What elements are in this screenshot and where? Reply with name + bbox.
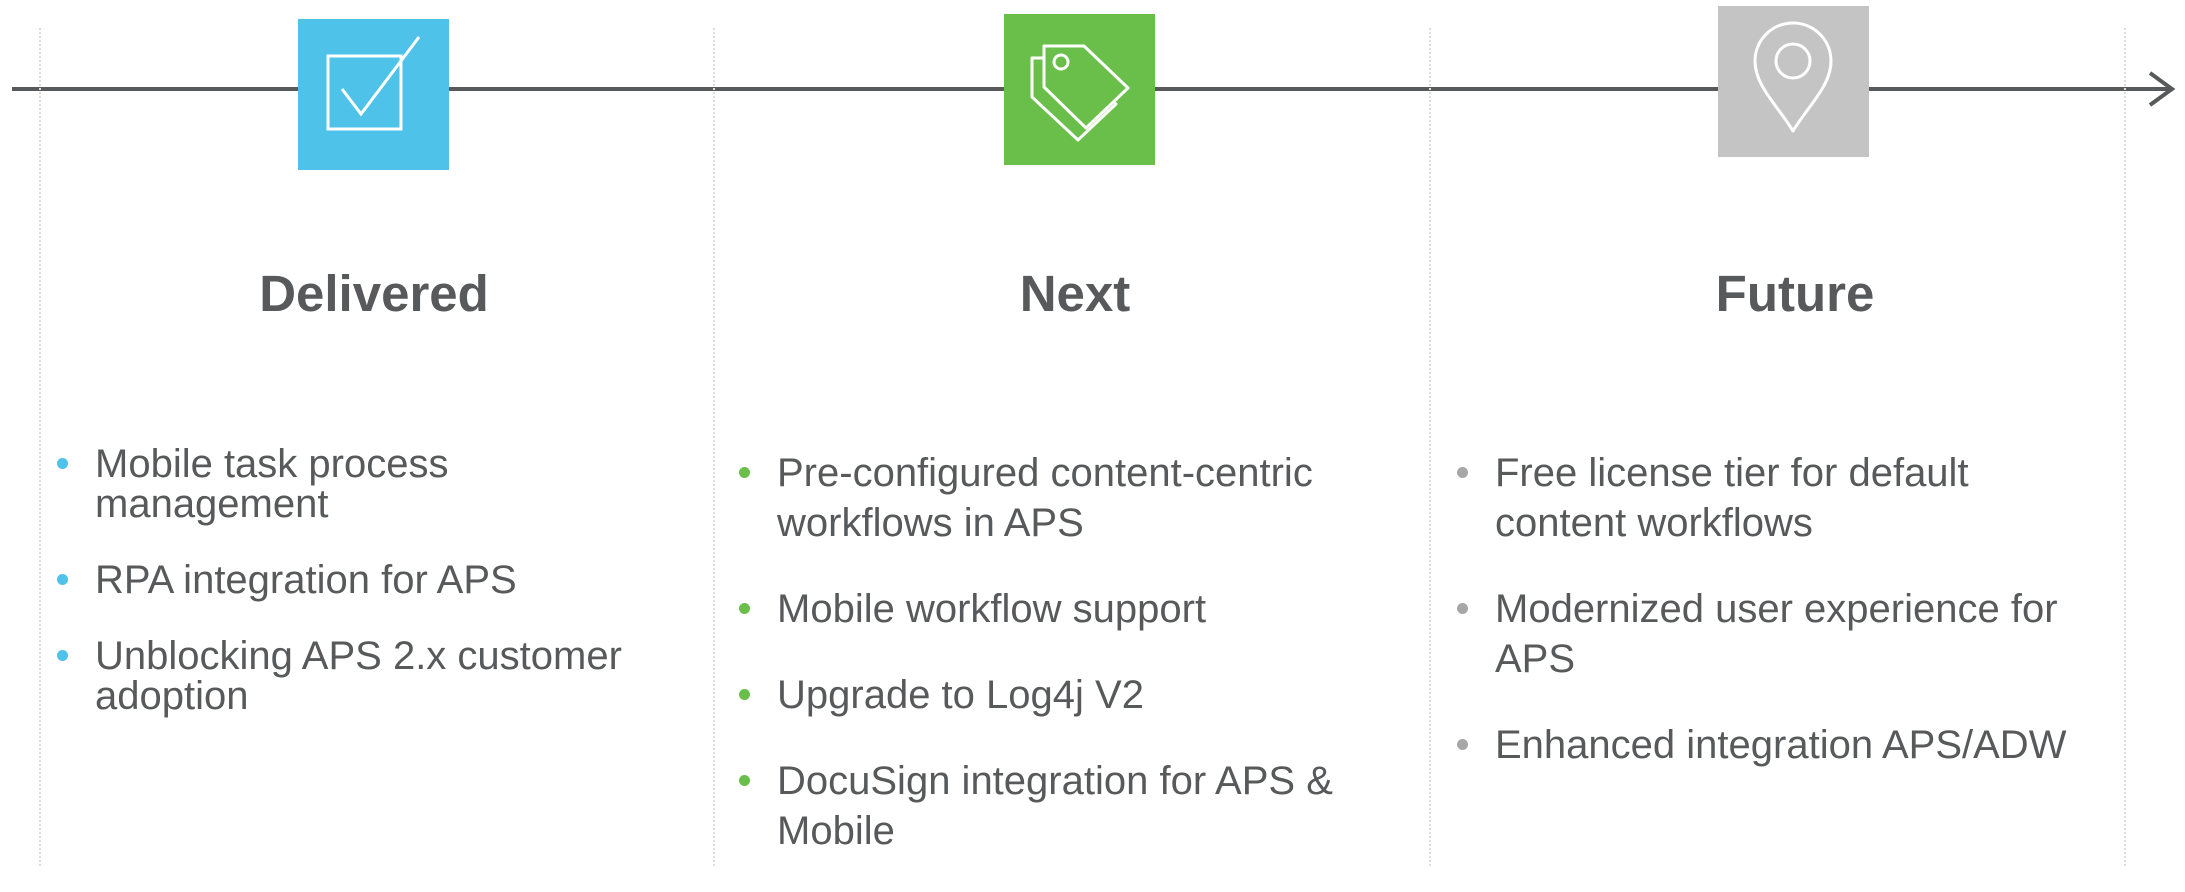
column-divider-left bbox=[39, 28, 41, 866]
list-item: Upgrade to Log4j V2 bbox=[738, 670, 1398, 720]
price-tags-icon bbox=[1030, 44, 1130, 142]
list-item: Unblocking APS 2.x customer adoption bbox=[56, 636, 705, 716]
list-item: Modernized user experience for APS bbox=[1456, 584, 2145, 684]
future-icon-box bbox=[1718, 6, 1869, 157]
list-item: Mobile workflow support bbox=[738, 584, 1398, 634]
list-item: DocuSign integration for APS & Mobile bbox=[738, 756, 1417, 856]
future-list: Free license tier for default content wo… bbox=[1456, 448, 2126, 806]
list-item: Pre-configured content-centric workflows… bbox=[738, 448, 1377, 548]
column-title-delivered: Delivered bbox=[259, 265, 489, 322]
next-icon-box bbox=[1004, 14, 1155, 165]
list-item: RPA integration for APS bbox=[56, 560, 696, 600]
list-item: Free license tier for default content wo… bbox=[1456, 448, 2075, 548]
column-title-next: Next bbox=[1019, 265, 1131, 322]
column-divider-2 bbox=[1429, 28, 1431, 866]
map-pin-icon bbox=[1753, 21, 1833, 133]
delivered-icon-box bbox=[298, 19, 449, 170]
list-item: Mobile task process management bbox=[56, 444, 515, 524]
delivered-list: Mobile task process management RPA integ… bbox=[56, 444, 696, 752]
list-item: Enhanced integration APS/ADW bbox=[1456, 720, 2126, 770]
checkbox-check-icon bbox=[326, 36, 421, 131]
next-list: Pre-configured content-centric workflows… bbox=[738, 448, 1398, 892]
column-title-future: Future bbox=[1715, 265, 1875, 322]
column-divider-1 bbox=[713, 28, 715, 866]
